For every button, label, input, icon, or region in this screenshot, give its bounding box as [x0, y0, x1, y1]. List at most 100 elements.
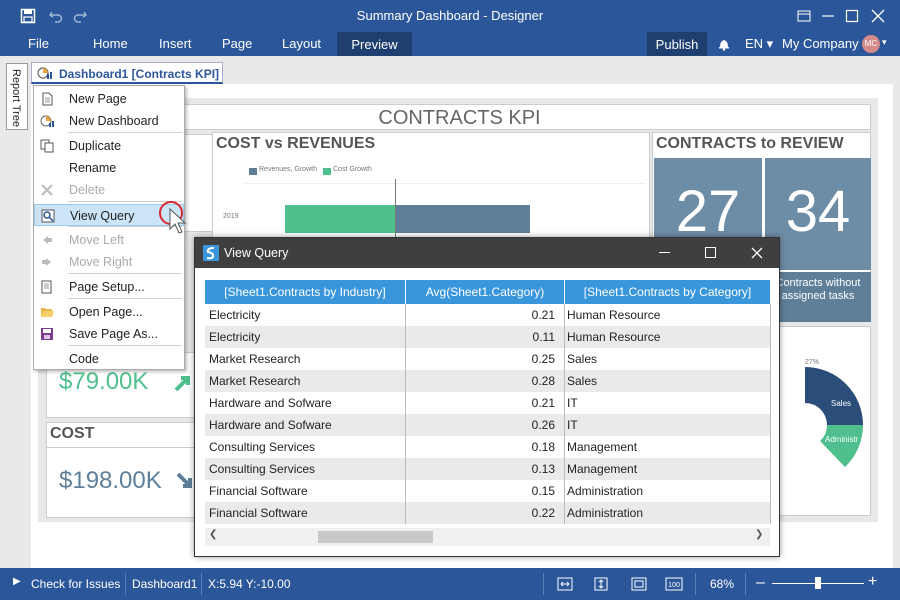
- menu-label: New Page: [69, 92, 127, 106]
- menu-item-duplicate[interactable]: Duplicate: [34, 135, 184, 157]
- donut-label-admin: Administr: [825, 435, 859, 444]
- dialog-title-bar[interactable]: View Query: [195, 238, 779, 268]
- status-divider: [125, 573, 126, 595]
- menu-label: Page Setup...: [69, 280, 145, 294]
- minimize-icon[interactable]: [816, 4, 840, 28]
- review-caption: Contracts without assigned tasks: [775, 277, 861, 302]
- menu-item-rename[interactable]: Rename: [34, 157, 184, 179]
- cost-vs-revenues-title: COST vs REVENUES: [216, 135, 376, 152]
- document-tab[interactable]: Dashboard1 [Contracts KPI]: [31, 62, 223, 84]
- contracts-review-title: CONTRACTS to REVIEW: [656, 135, 844, 152]
- account-name[interactable]: My Company: [782, 36, 859, 51]
- table-row[interactable]: Financial Software 0.22 Administration: [205, 502, 770, 524]
- menu-label: Code: [69, 352, 99, 366]
- actual-size-icon[interactable]: 100: [665, 577, 683, 591]
- cell-category: IT: [567, 396, 578, 410]
- tab-preview[interactable]: Preview: [337, 32, 412, 56]
- tab-home[interactable]: Home: [93, 36, 128, 51]
- table-row[interactable]: Consulting Services 0.13 Management: [205, 458, 770, 480]
- ribbon: File Home Insert Page Layout Preview Pub…: [0, 32, 900, 56]
- cost-divider: [47, 447, 197, 448]
- column-header-avg-category[interactable]: Avg(Sheet1.Category): [406, 280, 564, 304]
- duplicate-icon: [40, 139, 54, 153]
- menu-item-page-setup[interactable]: Page Setup...: [34, 276, 184, 298]
- menu-item-new-dashboard[interactable]: New Dashboard: [34, 110, 184, 132]
- table-row[interactable]: Market Research 0.28 Sales: [205, 370, 770, 392]
- move-right-icon: [42, 258, 51, 266]
- cell-category: Management: [567, 462, 638, 476]
- menu-item-new-page[interactable]: New Page: [34, 88, 184, 110]
- table-row[interactable]: Market Research 0.25 Sales: [205, 348, 770, 370]
- status-divider: [695, 573, 696, 595]
- menu-item-move-right[interactable]: Move Right: [34, 251, 184, 273]
- chart-gridline: [245, 183, 645, 184]
- table-row[interactable]: Hardware and Sofware 0.26 IT: [205, 414, 770, 436]
- horizontal-scrollbar[interactable]: ❮ ❯: [205, 528, 770, 546]
- fit-all-icon[interactable]: [631, 577, 647, 591]
- table-row[interactable]: Electricity 0.11 Human Resource: [205, 326, 770, 348]
- table-row[interactable]: Hardware and Sofware 0.21 IT: [205, 392, 770, 414]
- expand-arrow-icon[interactable]: ▶: [13, 576, 21, 587]
- menu-item-open-page[interactable]: Open Page...: [34, 301, 184, 323]
- account-chevron-icon[interactable]: ▾: [882, 37, 887, 48]
- review-kpi-box-2: 34: [765, 158, 871, 270]
- cell-avg: 0.15: [531, 484, 555, 498]
- ribbon-display-icon[interactable]: [792, 4, 816, 28]
- view-query-icon: [41, 209, 55, 223]
- folder-icon: [41, 308, 54, 317]
- tab-layout[interactable]: Layout: [282, 36, 321, 51]
- maximize-icon[interactable]: [840, 4, 864, 28]
- zoom-slider-thumb[interactable]: [815, 577, 822, 589]
- menu-item-save-page-as[interactable]: Save Page As...: [34, 323, 184, 345]
- cell-category: Administration: [567, 484, 644, 498]
- fit-width-icon[interactable]: [557, 577, 573, 591]
- view-query-dialog: View Query [Sheet1.Contracts by Industry…: [194, 237, 780, 557]
- cell-category: Human Resource: [567, 308, 661, 322]
- cell-industry: Electricity: [209, 330, 261, 344]
- dialog-close-icon[interactable]: [751, 247, 763, 259]
- tab-page[interactable]: Page: [222, 36, 252, 51]
- table-row[interactable]: Consulting Services 0.18 Management: [205, 436, 770, 458]
- publish-button[interactable]: Publish: [647, 32, 707, 56]
- publish-label: Publish: [655, 36, 699, 52]
- cell-avg: 0.26: [531, 418, 555, 432]
- fit-page-icon[interactable]: [593, 577, 609, 591]
- cursor-coordinates: X:5.94 Y:-10.00: [208, 577, 291, 591]
- check-for-issues[interactable]: Check for Issues: [31, 577, 120, 591]
- tab-file[interactable]: File: [28, 36, 49, 51]
- column-divider: [405, 304, 406, 524]
- close-icon[interactable]: [866, 4, 890, 28]
- dialog-maximize-icon[interactable]: [705, 247, 716, 258]
- menu-item-delete[interactable]: Delete: [34, 179, 184, 201]
- cell-industry: Consulting Services: [209, 462, 316, 476]
- scroll-left-icon[interactable]: ❮: [209, 529, 217, 540]
- zoom-in-icon[interactable]: +: [868, 573, 877, 591]
- zoom-out-icon[interactable]: –: [756, 574, 765, 592]
- table-row[interactable]: Electricity 0.21 Human Resource: [205, 304, 770, 326]
- menu-item-move-left[interactable]: Move Left: [34, 229, 184, 251]
- avatar[interactable]: MC: [862, 35, 880, 53]
- status-divider: [201, 573, 202, 595]
- review-kpi-value-2: 34: [785, 179, 851, 244]
- tab-insert[interactable]: Insert: [159, 36, 192, 51]
- trend-up-icon: [174, 376, 190, 392]
- scroll-right-icon[interactable]: ❯: [755, 529, 763, 540]
- language-select[interactable]: EN ▾: [745, 36, 773, 52]
- column-header-industry[interactable]: [Sheet1.Contracts by Industry]: [205, 280, 405, 304]
- kpi-revenue-value: $79.00K: [59, 368, 149, 395]
- legend-swatch-revenues: [249, 168, 257, 175]
- cost-value: $198.00K: [59, 467, 162, 494]
- scrollbar-thumb[interactable]: [318, 531, 433, 543]
- report-tree-toggle[interactable]: Report Tree: [6, 63, 28, 130]
- column-header-category[interactable]: [Sheet1.Contracts by Category]: [565, 280, 770, 304]
- table-row[interactable]: Financial Software 0.15 Administration: [205, 480, 770, 502]
- bell-icon[interactable]: [717, 37, 731, 51]
- cell-industry: Electricity: [209, 308, 261, 322]
- menu-item-code[interactable]: Code: [34, 348, 184, 370]
- review-caption-box: Contracts without assigned tasks: [765, 272, 871, 322]
- dialog-minimize-icon[interactable]: [659, 252, 670, 253]
- zoom-level: 68%: [710, 577, 735, 591]
- title-bar: Summary Dashboard - Designer: [0, 0, 900, 32]
- review-kpi-value-1: 27: [675, 179, 741, 244]
- donut-label-other: e: [825, 455, 830, 464]
